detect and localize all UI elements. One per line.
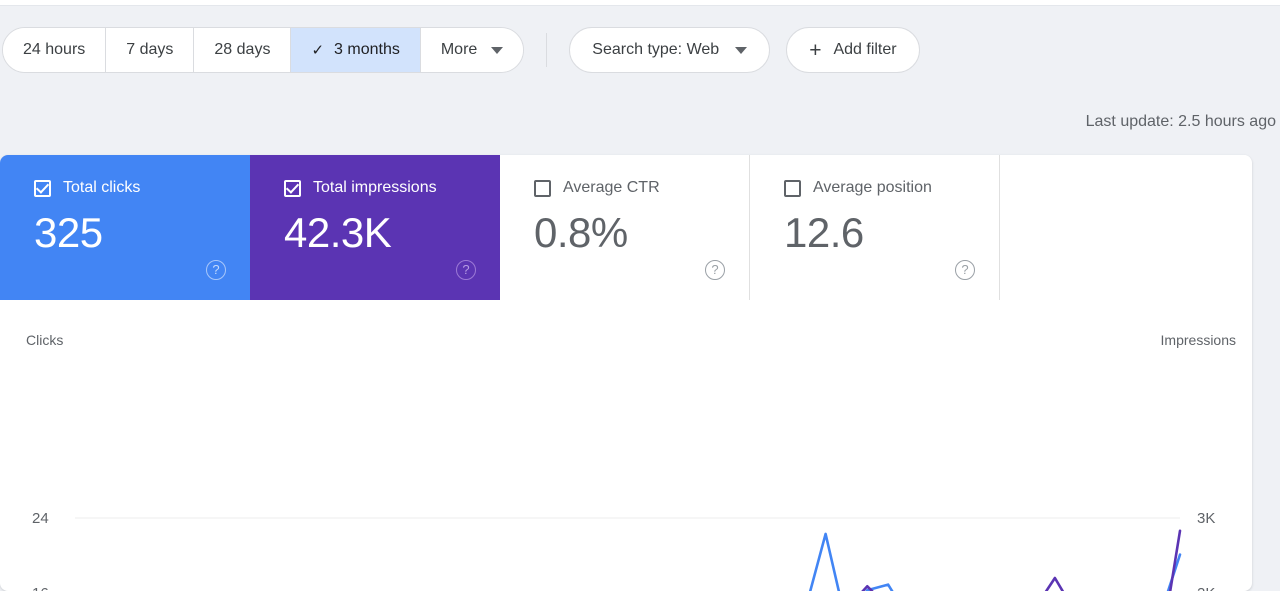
date-range-more-label: More <box>440 41 478 58</box>
chevron-down-icon <box>735 46 748 54</box>
metric-header-total-clicks: Total clicks <box>34 179 250 197</box>
checkbox-total-clicks[interactable] <box>34 179 51 197</box>
metric-value-average-position: 12.6 <box>784 209 864 256</box>
metric-value-average-ctr: 0.8% <box>534 209 628 256</box>
metric-tile-total-clicks[interactable]: Total clicks 325 ? <box>0 155 250 300</box>
search-console-performance-page: 24 hours 7 days 28 days ✓ 3 months More … <box>0 0 1280 591</box>
metric-tile-average-ctr[interactable]: Average CTR 0.8% ? <box>500 155 750 300</box>
date-range-segmented-control: 24 hours 7 days 28 days ✓ 3 months More <box>2 27 525 73</box>
date-range-28-days-label: 28 days <box>214 41 271 58</box>
chart-plot <box>75 517 1182 591</box>
date-range-24-hours-label: 24 hours <box>23 41 86 58</box>
last-update-status: Last update: 2.5 hours ago <box>1085 113 1276 130</box>
check-icon: ✓ <box>311 41 325 59</box>
date-range-7-days[interactable]: 7 days <box>106 28 195 72</box>
metric-value-total-clicks: 325 <box>34 209 103 256</box>
help-icon[interactable]: ? <box>705 260 725 280</box>
search-type-filter[interactable]: Search type: Web <box>569 27 771 73</box>
metric-label-total-clicks: Total clicks <box>63 179 141 196</box>
chart-gridlines <box>75 517 1180 519</box>
chevron-down-icon <box>491 46 504 54</box>
chart-line-clicks <box>808 532 1182 591</box>
metric-tile-total-impressions[interactable]: Total impressions 42.3K ? <box>250 155 500 300</box>
add-filter-button[interactable]: + Add filter <box>786 27 920 73</box>
metric-header-average-position: Average position <box>784 179 999 197</box>
checkbox-average-ctr[interactable] <box>534 179 551 197</box>
date-range-3-months[interactable]: ✓ 3 months <box>291 28 421 72</box>
metric-tiles: Total clicks 325 ? Total impressions 42.… <box>0 155 1252 300</box>
chart-line-impressions <box>861 529 1182 591</box>
metric-label-average-position: Average position <box>813 179 932 196</box>
date-range-more[interactable]: More <box>420 28 524 72</box>
checkbox-total-impressions[interactable] <box>284 179 301 197</box>
chart-series <box>808 529 1182 591</box>
metric-label-total-impressions: Total impressions <box>313 179 437 196</box>
filter-toolbar: 24 hours 7 days 28 days ✓ 3 months More … <box>0 26 1280 74</box>
date-range-24-hours[interactable]: 24 hours <box>3 28 107 72</box>
add-filter-label: Add filter <box>833 41 897 58</box>
date-range-7-days-label: 7 days <box>126 41 174 58</box>
metric-tile-average-position[interactable]: Average position 12.6 ? <box>750 155 1000 300</box>
checkbox-average-position[interactable] <box>784 179 801 197</box>
search-type-filter-label: Search type: Web <box>592 41 720 58</box>
help-icon[interactable]: ? <box>955 260 975 280</box>
metric-header-average-ctr: Average CTR <box>534 179 749 197</box>
date-range-28-days[interactable]: 28 days <box>194 28 292 72</box>
metric-tile-empty <box>1000 155 1250 300</box>
top-strip <box>0 0 1280 6</box>
help-icon[interactable]: ? <box>206 260 226 280</box>
performance-card: Total clicks 325 ? Total impressions 42.… <box>0 155 1252 591</box>
metric-label-average-ctr: Average CTR <box>563 179 660 196</box>
help-icon[interactable]: ? <box>456 260 476 280</box>
metric-header-total-impressions: Total impressions <box>284 179 500 197</box>
date-range-3-months-label: 3 months <box>334 41 400 58</box>
toolbar-divider <box>546 33 548 67</box>
metric-value-total-impressions: 42.3K <box>284 209 392 256</box>
plus-icon: + <box>809 38 822 62</box>
performance-chart: Clicks Impressions 24 16 8 0 3K 2K 1K 0 … <box>0 300 1252 591</box>
